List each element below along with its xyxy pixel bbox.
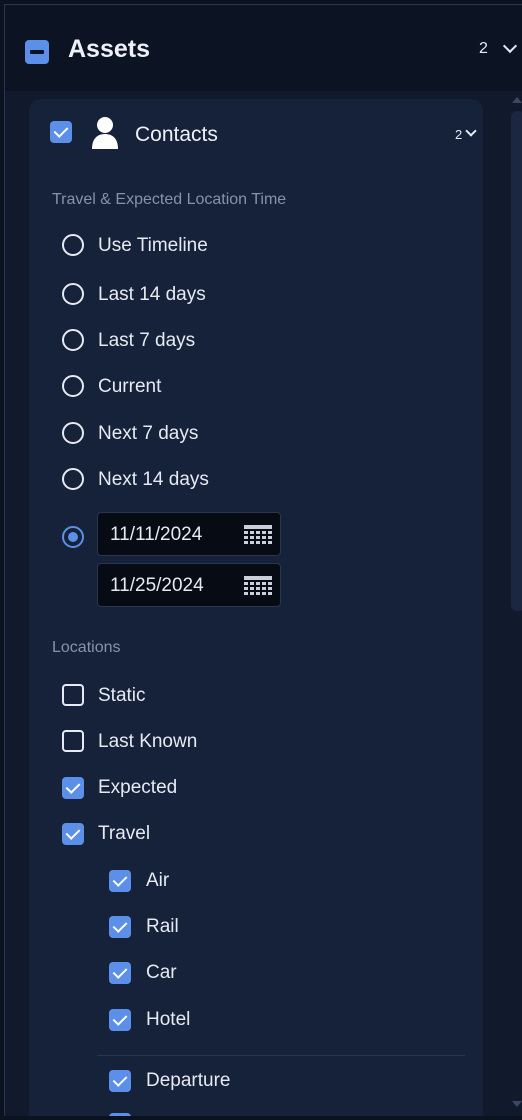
person-icon — [92, 117, 118, 149]
checkbox-air[interactable] — [109, 870, 131, 892]
chevron-down-icon[interactable] — [502, 38, 518, 54]
contacts-checkbox[interactable] — [50, 121, 72, 143]
radio-custom-range[interactable] — [62, 526, 84, 548]
locations-section-title: Locations — [52, 639, 121, 656]
checkbox-static[interactable] — [62, 684, 84, 706]
checkbox-label: Car — [146, 962, 177, 983]
checkbox-departure[interactable] — [109, 1070, 131, 1092]
checkbox-expected[interactable] — [62, 777, 84, 799]
checkbox-hotel[interactable] — [109, 1009, 131, 1031]
checkbox-car[interactable] — [109, 962, 131, 984]
checkbox-label: Static — [98, 685, 146, 706]
start-date-value: 11/11/2024 — [110, 524, 203, 545]
checkbox-next-item[interactable] — [109, 1113, 131, 1116]
radio-last-14-days[interactable] — [62, 283, 84, 305]
checkbox-label: Hotel — [146, 1009, 191, 1030]
assets-count: 2 — [479, 40, 488, 57]
checkbox-travel[interactable] — [62, 823, 84, 845]
checkbox-label: Rail — [146, 916, 179, 937]
calendar-icon[interactable] — [244, 576, 272, 598]
radio-label: Next 14 days — [98, 469, 209, 490]
radio-label: Last 14 days — [98, 284, 206, 305]
end-date-field[interactable]: 11/25/2024 — [97, 563, 281, 607]
radio-last-7-days[interactable] — [62, 329, 84, 351]
scrollbar-track[interactable] — [511, 111, 522, 611]
travel-section-title: Travel & Expected Location Time — [52, 191, 287, 208]
scroll-up-arrow-icon[interactable] — [512, 97, 522, 103]
radio-next-14-days[interactable] — [62, 468, 84, 490]
assets-title: Assets — [68, 35, 150, 63]
checkbox-label: Last Known — [98, 731, 198, 752]
radio-use-timeline[interactable] — [62, 234, 84, 256]
start-date-field[interactable]: 11/11/2024 — [97, 512, 281, 556]
contacts-count: 2 — [455, 127, 463, 142]
checkbox-label: Air — [146, 870, 170, 891]
checkbox-label: Travel — [98, 823, 151, 844]
end-date-value: 11/25/2024 — [110, 575, 204, 596]
assets-panel: Assets 2 Contacts 2 Travel & Expected Lo… — [4, 4, 522, 1116]
radio-label: Next 7 days — [98, 423, 199, 444]
assets-header[interactable]: Assets 2 — [5, 5, 522, 91]
checkbox-label: Departure — [146, 1070, 231, 1091]
radio-next-7-days[interactable] — [62, 422, 84, 444]
radio-label: Current — [98, 376, 162, 397]
scroll-down-arrow-icon[interactable] — [512, 1101, 522, 1107]
radio-label: Use Timeline — [98, 235, 208, 256]
radio-current[interactable] — [62, 375, 84, 397]
contacts-title: Contacts — [135, 123, 218, 146]
calendar-icon[interactable] — [244, 525, 272, 547]
checkbox-last-known[interactable] — [62, 730, 84, 752]
collapse-toggle-icon[interactable] — [25, 40, 49, 64]
checkbox-label: Expected — [98, 777, 178, 798]
divider — [97, 1055, 465, 1056]
radio-label: Last 7 days — [98, 330, 196, 351]
checkbox-rail[interactable] — [109, 916, 131, 938]
